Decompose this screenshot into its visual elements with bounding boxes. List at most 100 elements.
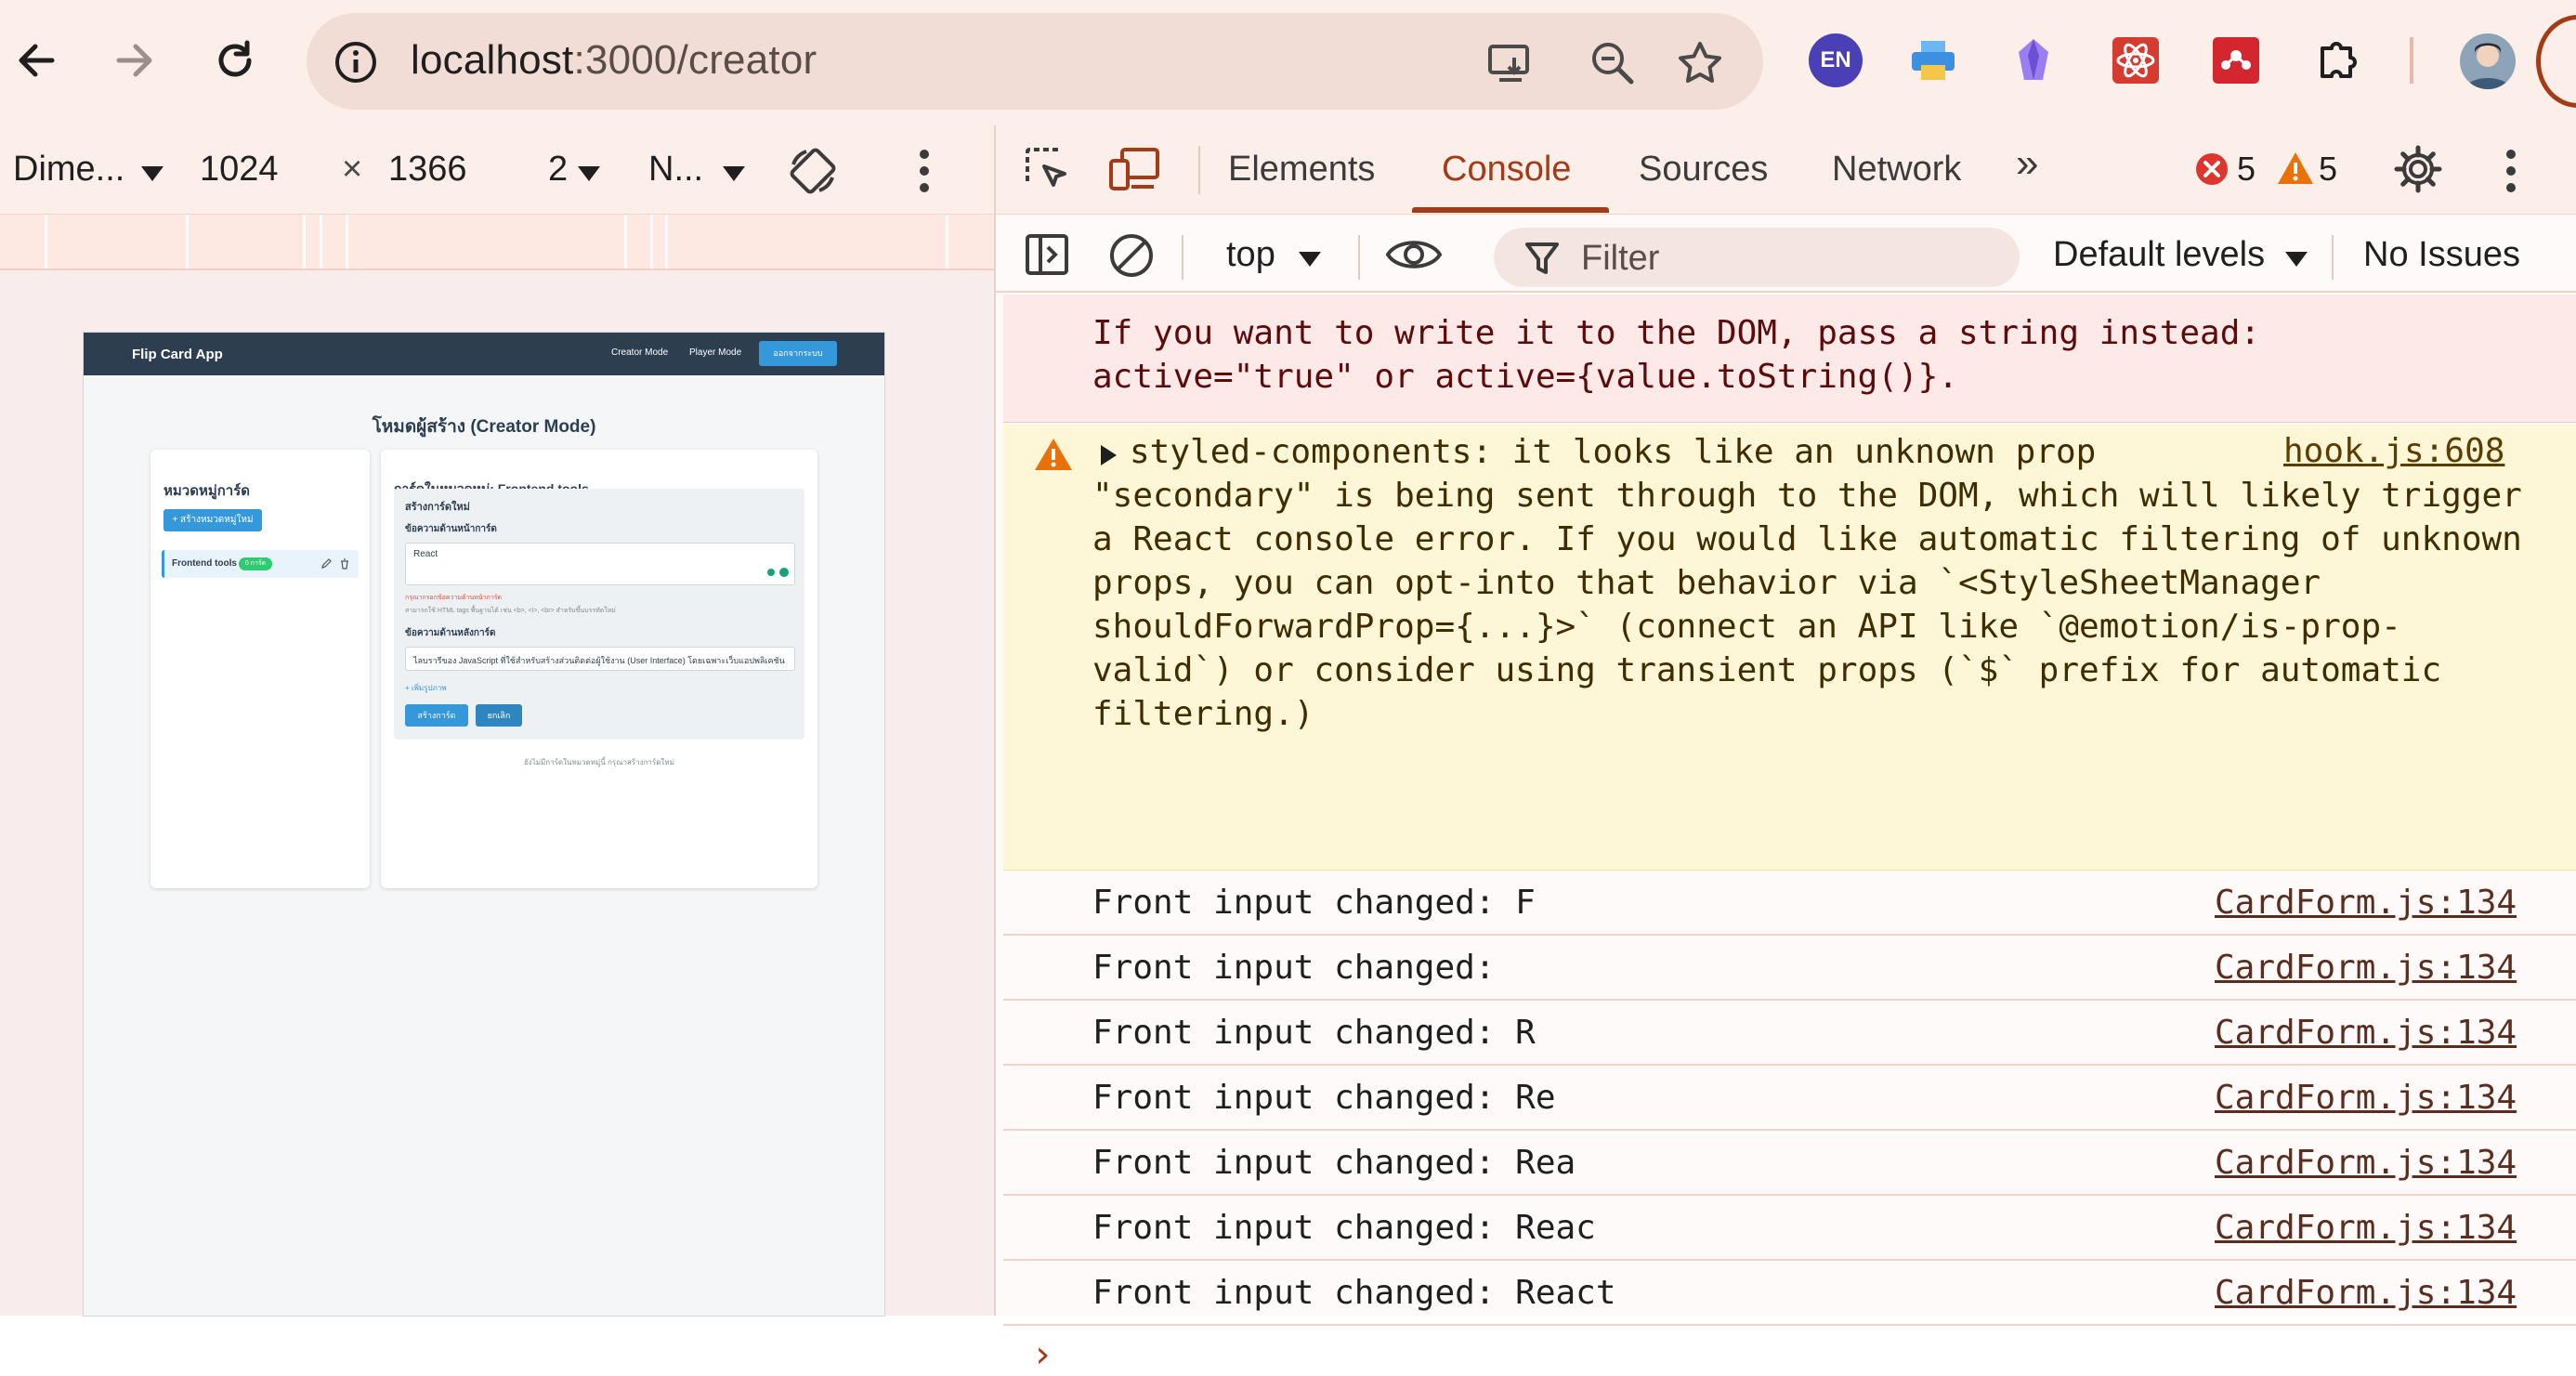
toolbar-separator bbox=[2332, 235, 2334, 280]
console-log-row[interactable]: Front input changed: React CardForm.js:1… bbox=[1003, 1263, 2576, 1326]
log-source-link[interactable]: CardForm.js:134 bbox=[2215, 884, 2517, 922]
console-prompt[interactable]: › bbox=[1031, 1333, 1053, 1376]
console-log-row[interactable]: Front input changed: CardForm.js:134 bbox=[1003, 937, 2576, 1001]
dimensions-select[interactable]: Dime... bbox=[13, 150, 124, 190]
rotate-device-icon[interactable] bbox=[786, 144, 840, 198]
inspect-element-icon[interactable] bbox=[1022, 144, 1072, 194]
console-log-row[interactable]: Front input changed: Rea CardForm.js:134 bbox=[1003, 1133, 2576, 1196]
log-source-link[interactable]: CardForm.js:134 bbox=[2215, 1014, 2517, 1052]
throttle-caret-icon bbox=[723, 166, 745, 181]
cancel-button[interactable]: ยกเลิก bbox=[476, 704, 522, 727]
throttle-select[interactable]: N... bbox=[648, 150, 703, 190]
creator-mode-link[interactable]: Creator Mode bbox=[611, 347, 668, 358]
error-line: active="true" or active={value.toString(… bbox=[1092, 358, 1958, 396]
tab-network[interactable]: Network bbox=[1832, 150, 1961, 190]
context-select[interactable]: top bbox=[1226, 235, 1275, 275]
issues-button[interactable]: No Issues bbox=[2363, 235, 2520, 275]
devtools-more-icon[interactable] bbox=[2497, 146, 2525, 196]
delete-icon[interactable] bbox=[339, 558, 350, 570]
warning-line: styled-components: it looks like an unkn… bbox=[1130, 433, 2097, 471]
zoom-select[interactable]: 2 bbox=[548, 150, 567, 190]
forward-button[interactable] bbox=[102, 28, 167, 93]
bookmark-star-icon[interactable] bbox=[1676, 39, 1724, 87]
console-log-row[interactable]: Front input changed: Reac CardForm.js:13… bbox=[1003, 1198, 2576, 1261]
warning-source-link[interactable]: hook.js:608 bbox=[2283, 432, 2504, 470]
logout-button[interactable]: ออกจากระบบ bbox=[759, 341, 837, 366]
error-icon[interactable] bbox=[2194, 151, 2229, 187]
reload-button[interactable] bbox=[203, 28, 268, 93]
profile-avatar[interactable] bbox=[2460, 33, 2516, 89]
back-button[interactable] bbox=[4, 28, 69, 93]
back-text-input[interactable]: ไลบรารีของ JavaScript ที่ใช้สำหรับสร้างส… bbox=[405, 647, 795, 671]
log-source-link[interactable]: CardForm.js:134 bbox=[2215, 949, 2517, 987]
console-warning-message[interactable]: styled-components: it looks like an unkn… bbox=[1003, 425, 2576, 871]
expand-triangle-icon[interactable] bbox=[1098, 443, 1118, 467]
add-image-link[interactable]: + เพิ่มรูปภาพ bbox=[405, 682, 447, 694]
create-card-button[interactable]: สร้างการ์ด bbox=[405, 704, 468, 727]
error-count[interactable]: 5 bbox=[2237, 150, 2256, 189]
zoom-out-icon[interactable] bbox=[1589, 39, 1637, 87]
empty-cards-text: ยังไม่มีการ์ดในหมวดหมู่นี้ กรุณาสร้างการ… bbox=[524, 758, 674, 767]
media-query-ruler[interactable] bbox=[0, 215, 994, 270]
player-mode-link[interactable]: Player Mode bbox=[689, 347, 741, 358]
console-log-row[interactable]: Front input changed: F CardForm.js:134 bbox=[1003, 872, 2576, 936]
puzzle-icon bbox=[2321, 42, 2357, 78]
device-more-icon[interactable] bbox=[910, 146, 938, 196]
toggle-device-icon[interactable] bbox=[1107, 144, 1161, 194]
devtools-tabbar: Elements Console Sources Network » 5 5 bbox=[996, 125, 2576, 215]
profile-ring bbox=[2536, 15, 2576, 108]
language-extension-icon[interactable]: EN bbox=[1809, 33, 1863, 87]
live-expression-eye-icon[interactable] bbox=[1384, 233, 1444, 276]
more-tabs-button[interactable]: » bbox=[2016, 140, 2038, 187]
warning-count[interactable]: 5 bbox=[2319, 150, 2337, 189]
install-app-icon[interactable] bbox=[1486, 39, 1535, 87]
back-arrow-icon bbox=[19, 44, 55, 77]
filter-input[interactable]: Filter bbox=[1494, 228, 2020, 287]
front-text-input[interactable]: React bbox=[405, 543, 795, 585]
mendeley-extension-icon[interactable] bbox=[2209, 33, 2263, 87]
device-toolbar: Dime... 1024 × 1366 2 N... bbox=[0, 125, 994, 215]
log-source-link[interactable]: CardForm.js:134 bbox=[2215, 1209, 2517, 1247]
printer-extension-icon[interactable] bbox=[1906, 33, 1960, 87]
console-error-message[interactable]: If you want to write it to the DOM, pass… bbox=[1003, 295, 2576, 423]
console-log-row[interactable]: Front input changed: R CardForm.js:134 bbox=[1003, 1003, 2576, 1066]
form-title: สร้างการ์ดใหม่ bbox=[405, 502, 470, 513]
log-levels-select[interactable]: Default levels bbox=[2053, 235, 2265, 275]
settings-gear-icon[interactable] bbox=[2393, 144, 2443, 194]
tab-sources[interactable]: Sources bbox=[1639, 150, 1768, 190]
url-text[interactable]: localhost:3000/creator bbox=[411, 37, 817, 84]
extensions-button[interactable] bbox=[2311, 33, 2365, 87]
console-log-row[interactable]: Front input changed: Re CardForm.js:134 bbox=[1003, 1068, 2576, 1131]
category-item[interactable]: Frontend tools 0 การ์ด bbox=[162, 550, 359, 578]
warning-line: shouldForwardProp={...}>` (connect an AP… bbox=[1092, 608, 2401, 646]
device-width-input[interactable]: 1024 bbox=[200, 150, 279, 190]
error-line: If you want to write it to the DOM, pass… bbox=[1092, 314, 2261, 352]
edit-icon[interactable] bbox=[320, 558, 332, 570]
ruler-tick bbox=[346, 215, 348, 269]
site-info-icon[interactable] bbox=[333, 39, 379, 85]
front-hint-text: สามารถใช้ HTML tags พื้นฐานได้ เช่น <b>,… bbox=[405, 608, 616, 614]
log-text: Front input changed: Re bbox=[1092, 1079, 1556, 1117]
address-bar[interactable]: localhost:3000/creator bbox=[307, 13, 1763, 110]
reload-icon bbox=[218, 40, 252, 77]
react-devtools-icon[interactable] bbox=[2109, 33, 2163, 87]
warning-icon[interactable] bbox=[2276, 150, 2315, 187]
ruler-tick bbox=[45, 215, 47, 269]
log-source-link[interactable]: CardForm.js:134 bbox=[2215, 1079, 2517, 1117]
ruler-tick bbox=[624, 215, 627, 269]
log-text: Front input changed: R bbox=[1092, 1014, 1536, 1052]
tab-elements[interactable]: Elements bbox=[1228, 150, 1375, 190]
log-source-link[interactable]: CardForm.js:134 bbox=[2215, 1144, 2517, 1182]
clear-console-icon[interactable] bbox=[1107, 231, 1156, 280]
add-category-button[interactable]: + สร้างหมวดหมู่ใหม่ bbox=[163, 509, 262, 531]
app-brand[interactable]: Flip Card App bbox=[132, 347, 223, 362]
tab-console[interactable]: Console bbox=[1442, 150, 1571, 190]
ruler-tick bbox=[650, 215, 653, 269]
device-height-input[interactable]: 1366 bbox=[388, 150, 467, 190]
ruler-tick bbox=[303, 215, 306, 269]
gem-extension-icon[interactable] bbox=[2007, 33, 2060, 87]
log-source-link[interactable]: CardForm.js:134 bbox=[2215, 1274, 2517, 1312]
category-count-badge: 0 การ์ด bbox=[239, 557, 272, 570]
sidebar-toggle-icon[interactable] bbox=[1024, 231, 1070, 278]
grammar-extension-icon[interactable] bbox=[766, 566, 791, 579]
